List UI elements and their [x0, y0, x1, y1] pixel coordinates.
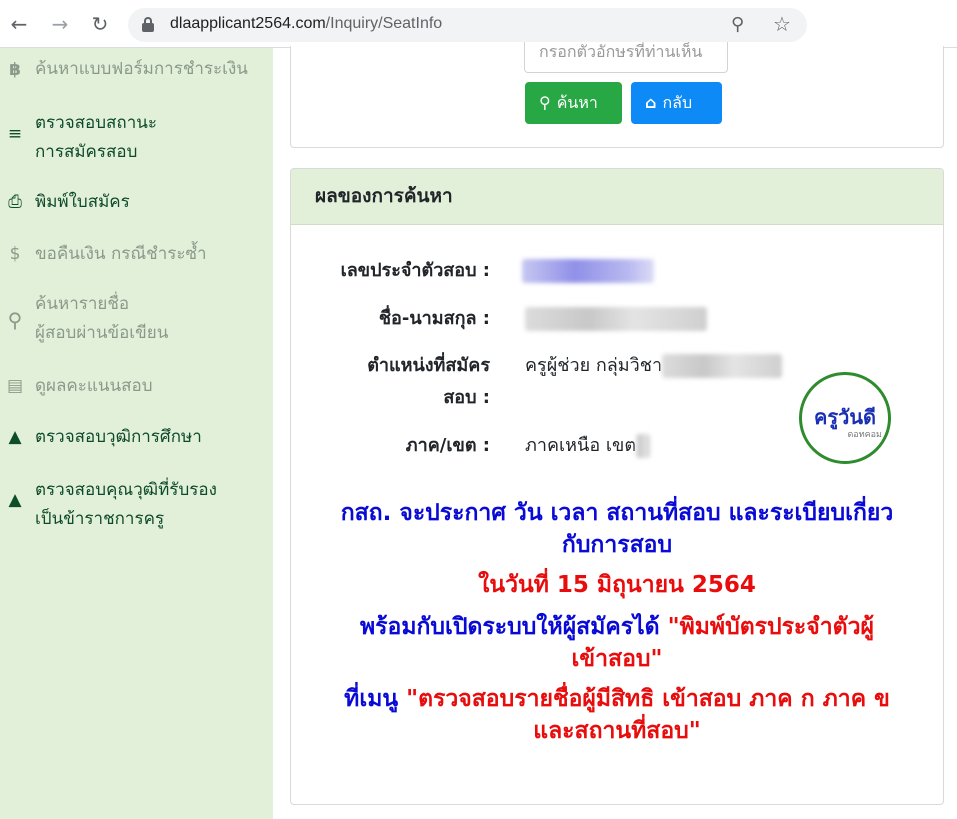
redacted-subject: [662, 354, 783, 378]
sidebar-item-label: ตรวจสอบวุฒิการศึกษา: [35, 427, 202, 447]
sidebar-item-label: การสมัครสอบ: [35, 142, 138, 162]
baht-icon: ฿: [9, 60, 21, 80]
back-button[interactable]: ⌂ กลับ: [631, 82, 722, 124]
back-arrow-icon[interactable]: ←: [5, 10, 33, 38]
notice-line-3: พร้อมกับเปิดระบบให้ผู้สมัครได้ "พิมพ์บัต…: [291, 611, 943, 643]
region-text: ภาคเหนือ เขต: [525, 435, 637, 456]
exam-id-value: [522, 256, 654, 286]
notice-line-5-red: "ตรวจสอบรายชื่อผู้มีสิทธิ เข้าสอบ ภาค ก …: [406, 686, 890, 712]
search-icon: ⚲: [539, 93, 551, 112]
sidebar-item-application-status[interactable]: ≡ ตรวจสอบสถานะ การสมัครสอบ: [0, 108, 273, 168]
region-value: ภาคเหนือ เขต: [525, 431, 651, 461]
sidebar-item-label: ขอคืนเงิน กรณีชำระซ้ำ: [35, 244, 207, 264]
search-card: กรอกตัวอักษรที่ท่านเห็น ⚲ ค้นหา ⌂ กลับ: [290, 42, 944, 148]
notice-line-1: กสถ. จะประกาศ วัน เวลา สถานที่สอบ และระเ…: [340, 500, 894, 526]
exam-id-label: เลขประจำตัวสอบ :: [340, 260, 490, 281]
name-value: [525, 304, 707, 334]
search-button-label: ค้นหา: [556, 93, 598, 112]
region-label: ภาค/เขต :: [405, 435, 490, 456]
redacted-district: [636, 434, 651, 458]
back-button-label: กลับ: [662, 93, 693, 112]
scroll-icon: ▤: [6, 376, 24, 396]
lock-icon[interactable]: [142, 17, 154, 33]
address-bar[interactable]: dlaapplicant2564.com/Inquiry/SeatInfo ⚲ …: [128, 8, 807, 42]
notice-line-4: เข้าสอบ": [571, 646, 663, 672]
result-header: ผลของการค้นหา: [291, 169, 943, 225]
sidebar-item-print-application[interactable]: ⎙ พิมพ์ใบสมัคร: [0, 188, 273, 220]
position-text: ครูผู้ช่วย กลุ่มวิชา: [525, 355, 663, 376]
sidebar-item-check-education[interactable]: ▲ ตรวจสอบวุฒิการศึกษา: [0, 423, 273, 455]
print-icon: ⎙: [8, 192, 22, 212]
sidebar-item-label: ตรวจสอบสถานะ: [35, 113, 158, 133]
name-label: ชื่อ-นามสกุล :: [378, 308, 490, 329]
redacted-name: [525, 307, 707, 331]
notice-line-3-blue: พร้อมกับเปิดระบบให้ผู้สมัครได้: [359, 614, 668, 640]
position-label-line2: สอบ :: [443, 387, 490, 408]
captcha-placeholder: กรอกตัวอักษรที่ท่านเห็น: [539, 42, 703, 61]
position-label-line1: ตำแหน่งที่สมัคร: [367, 355, 490, 376]
sidebar-item-view-scores[interactable]: ▤ ดูผลคะแนนสอบ: [0, 372, 273, 404]
sidebar-item-label: เป็นข้าราชการครู: [35, 509, 165, 529]
refund-icon: $: [9, 244, 21, 264]
checklist-icon: ≡: [7, 124, 23, 144]
sidebar-item-label: ค้นหารายชื่อ: [35, 294, 130, 314]
sidebar-item-label: ผู้สอบผ่านข้อเขียน: [35, 323, 169, 343]
notice-line-3-red: "พิมพ์บัตรประจำตัวผู้: [667, 614, 875, 640]
url-text[interactable]: dlaapplicant2564.com/Inquiry/SeatInfo: [170, 15, 442, 33]
main-content: กรอกตัวอักษรที่ท่านเห็น ⚲ ค้นหา ⌂ กลับ ผลข…: [273, 42, 957, 819]
notice-date: ในวันที่ 15 มิถุนายน 2564: [478, 572, 756, 598]
search-button[interactable]: ⚲ ค้นหา: [525, 82, 622, 124]
search-icon: ⚲: [7, 308, 23, 332]
zoom-icon[interactable]: ⚲: [731, 14, 744, 35]
logo-subtext: ดอทคอม: [847, 430, 882, 440]
browser-toolbar: ← → ↻ dlaapplicant2564.com/Inquiry/SeatI…: [0, 0, 957, 48]
notice-line-5: ที่เมนู "ตรวจสอบรายชื่อผู้มีสิทธิ เข้าสอ…: [291, 683, 943, 715]
sidebar-item-payment-form[interactable]: ฿ ค้นหาแบบฟอร์มการชำระเงิน: [0, 54, 273, 86]
sidebar-item-search-passed[interactable]: ⚲ ค้นหารายชื่อ ผู้สอบผ่านข้อเขียน: [0, 290, 273, 350]
sidebar-item-label: ตรวจสอบคุณวุฒิที่รับรอง: [35, 480, 217, 500]
reload-icon[interactable]: ↻: [86, 10, 114, 38]
sidebar-item-check-qualification[interactable]: ▲ ตรวจสอบคุณวุฒิที่รับรอง เป็นข้าราชการค…: [0, 476, 273, 536]
graduation-cap-icon: ▲: [8, 427, 22, 447]
sidebar-item-label: พิมพ์ใบสมัคร: [35, 192, 130, 212]
sidebar-item-label: ค้นหาแบบฟอร์มการชำระเงิน: [35, 59, 248, 79]
notice-line-2: กับการสอบ: [561, 532, 673, 558]
position-value: ครูผู้ช่วย กลุ่มวิชา: [525, 351, 783, 381]
kruwandee-logo: ครูวันดี ดอทคอม: [799, 372, 891, 464]
result-card: ผลของการค้นหา เลขประจำตัวสอบ : ชื่อ-นามส…: [290, 168, 944, 805]
captcha-input[interactable]: กรอกตัวอักษรที่ท่านเห็น: [524, 42, 728, 73]
notice-line-5-blue: ที่เมนู: [344, 686, 407, 712]
home-icon: ⌂: [645, 93, 657, 112]
forward-arrow-icon[interactable]: →: [46, 10, 74, 38]
sidebar-item-label: ดูผลคะแนนสอบ: [35, 376, 153, 396]
bookmark-star-icon[interactable]: ☆: [773, 12, 791, 36]
redacted-exam-id: [522, 259, 654, 283]
sidebar-item-refund[interactable]: $ ขอคืนเงิน กรณีชำระซ้ำ: [0, 240, 273, 272]
sidebar-menu: ฿ ค้นหาแบบฟอร์มการชำระเงิน ≡ ตรวจสอบสถาน…: [0, 48, 273, 819]
stamp-icon: ▲: [8, 490, 22, 510]
notice-line-6: และสถานที่สอบ": [533, 718, 701, 744]
